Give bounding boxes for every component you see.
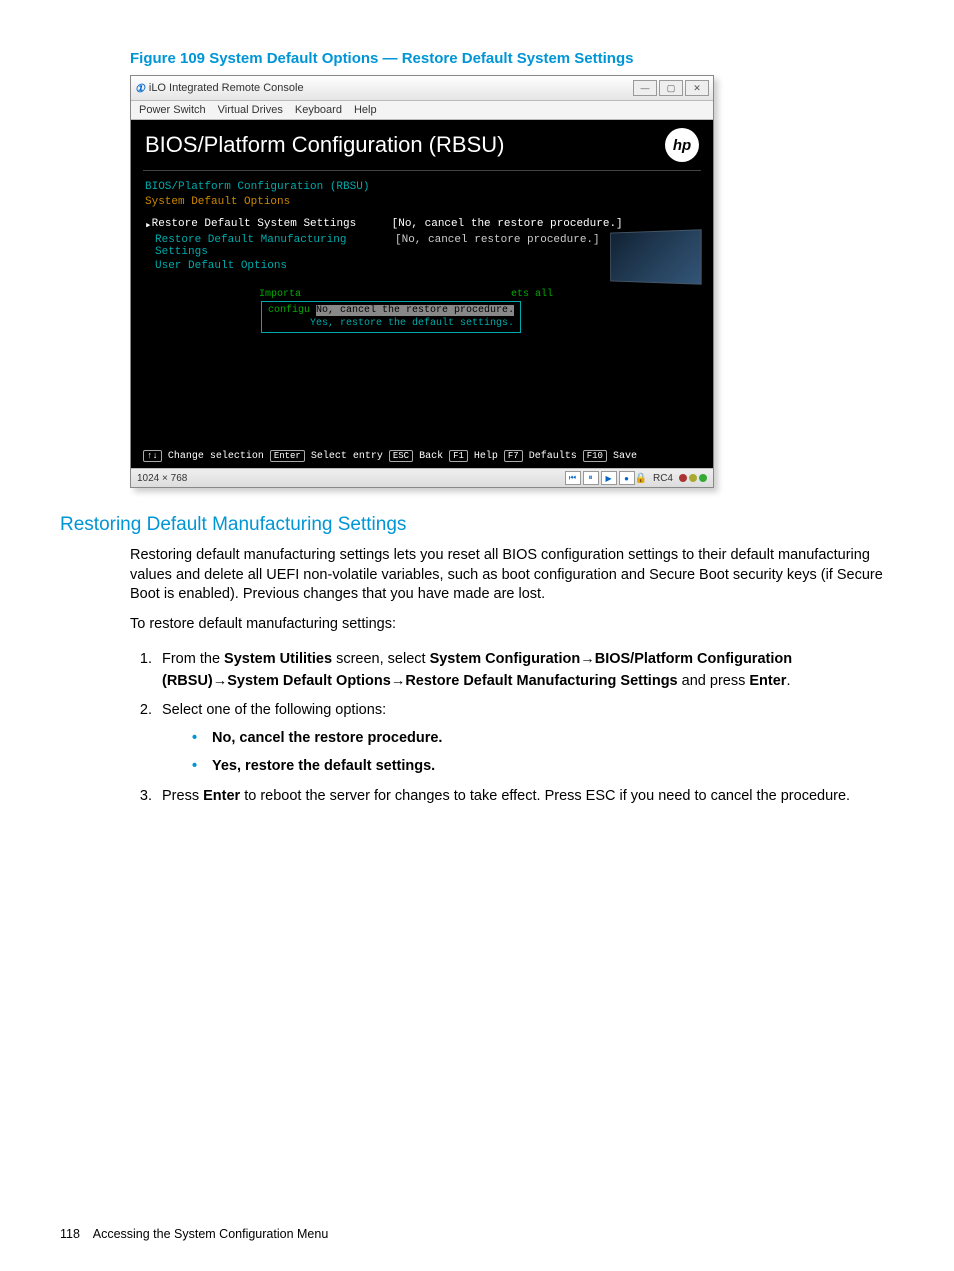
key-f7: F7 (504, 450, 523, 462)
status-dots (679, 474, 707, 482)
step2-text: Select one of the following options: (162, 702, 386, 718)
play-button[interactable]: ▶ (601, 471, 617, 485)
status-dot-green (699, 474, 707, 482)
key-esc: ESC (389, 450, 413, 462)
options-list: No, cancel the restore procedure. Yes, r… (162, 728, 894, 778)
popup-left-fragment: Importa (259, 289, 301, 300)
key-enter: Enter (270, 450, 305, 462)
key-f7-label: Defaults (529, 451, 577, 462)
bios-screen: BIOS/Platform Configuration (RBSU) hp BI… (131, 120, 713, 468)
step1-text: . (786, 673, 790, 689)
popup-label-fragment: configu (268, 305, 310, 316)
window-close-button[interactable]: ✕ (685, 80, 709, 96)
menu-power-switch[interactable]: Power Switch (139, 104, 206, 116)
menu-item-label: User Default Options (155, 260, 395, 272)
breadcrumb-level1: BIOS/Platform Configuration (RBSU) (145, 181, 699, 193)
arrow-icon: → (213, 673, 228, 689)
step1-text: From the (162, 651, 224, 667)
status-dot-yellow (689, 474, 697, 482)
step1-bold-system-utilities: System Utilities (224, 651, 332, 667)
window-menubar: Power Switch Virtual Drives Keyboard Hel… (131, 101, 713, 120)
arrow-icon: → (580, 651, 595, 667)
option-yes: Yes, restore the default settings. (192, 756, 894, 778)
step-3: Press Enter to reboot the server for cha… (156, 786, 894, 808)
step1-text: screen, select (332, 651, 430, 667)
key-enter-label: Select entry (311, 451, 383, 462)
status-dot-red (679, 474, 687, 482)
key-f10-label: Save (613, 451, 637, 462)
page-footer-title: Accessing the System Configuration Menu (93, 1227, 329, 1241)
status-bar: 1024 × 768 ⏮ ⏸ ▶ ● 🔒 RC4 (131, 468, 713, 487)
hp-logo-icon: hp (665, 128, 699, 162)
menu-item-value: [No, cancel restore procedure.] (395, 234, 600, 258)
popup-option-selected[interactable]: No, cancel the restore procedure. (316, 305, 514, 316)
key-f10: F10 (583, 450, 607, 462)
menu-item-value: [No, cancel the restore procedure.] (392, 218, 623, 232)
key-esc-label: Back (419, 451, 443, 462)
record-button[interactable]: ● (619, 471, 635, 485)
arrow-icon: → (391, 673, 406, 689)
step-1: From the System Utilities screen, select… (156, 649, 894, 693)
bios-header-title: BIOS/Platform Configuration (RBSU) (145, 132, 504, 158)
menu-help[interactable]: Help (354, 104, 377, 116)
step1-bold-default-options: System Default Options (227, 673, 391, 689)
body-paragraph-2: To restore default manufacturing setting… (130, 615, 894, 635)
status-resolution: 1024 × 768 (137, 473, 187, 484)
step3-text: Press (162, 788, 203, 804)
step-2: Select one of the following options: No,… (156, 700, 894, 777)
menu-keyboard[interactable]: Keyboard (295, 104, 342, 116)
section-heading: Restoring Default Manufacturing Settings (60, 514, 894, 536)
restore-popup: configu No, cancel the restore procedure… (261, 301, 521, 333)
figure-caption: Figure 109 System Default Options — Rest… (130, 50, 894, 67)
key-f1-label: Help (474, 451, 498, 462)
option-no: No, cancel the restore procedure. (192, 728, 894, 750)
screenshot-window: ① iLO Integrated Remote Console — ▢ ✕ Po… (130, 75, 714, 488)
menu-item-label: Restore Default System Settings (152, 218, 392, 232)
body-paragraph-1: Restoring default manufacturing settings… (130, 546, 894, 605)
key-f1: F1 (449, 450, 468, 462)
key-updown-icon: ↑↓ (143, 450, 162, 462)
pause-button[interactable]: ⏸ (583, 471, 599, 485)
steps-list: From the System Utilities screen, select… (130, 649, 894, 808)
lock-icon: 🔒 (635, 473, 647, 484)
bios-menu-row-selected[interactable]: Restore Default System Settings [No, can… (145, 218, 699, 232)
step3-text: to reboot the server for changes to take… (240, 788, 850, 804)
window-maximize-button[interactable]: ▢ (659, 80, 683, 96)
window-titlebar: ① iLO Integrated Remote Console — ▢ ✕ (131, 76, 713, 101)
step1-text: and press (678, 673, 750, 689)
menu-item-label: Restore Default Manufacturing Settings (155, 234, 395, 258)
page-number: 118 (60, 1227, 80, 1241)
rewind-button[interactable]: ⏮ (565, 471, 581, 485)
step1-bold-system-config: System Configuration (430, 651, 581, 667)
playback-controls: ⏮ ⏸ ▶ ● (565, 471, 635, 485)
step1-bold-restore: Restore Default Manufacturing Settings (405, 673, 677, 689)
menu-virtual-drives[interactable]: Virtual Drives (218, 104, 283, 116)
server-image (610, 229, 701, 285)
key-updown-label: Change selection (168, 451, 264, 462)
popup-right-fragment: ets all (511, 289, 553, 300)
page-footer: 118 Accessing the System Configuration M… (60, 1227, 328, 1241)
breadcrumb-level2: System Default Options (145, 196, 699, 208)
popup-option[interactable]: Yes, restore the default settings. (306, 317, 518, 330)
bios-footer-keys: ↑↓ Change selection Enter Select entry E… (143, 450, 701, 462)
step1-bold-enter: Enter (749, 673, 786, 689)
window-title: iLO Integrated Remote Console (149, 82, 304, 94)
step3-bold-enter: Enter (203, 788, 240, 804)
hp-small-icon: ① (135, 82, 145, 95)
window-minimize-button[interactable]: — (633, 80, 657, 96)
status-rc: RC4 (653, 473, 673, 484)
